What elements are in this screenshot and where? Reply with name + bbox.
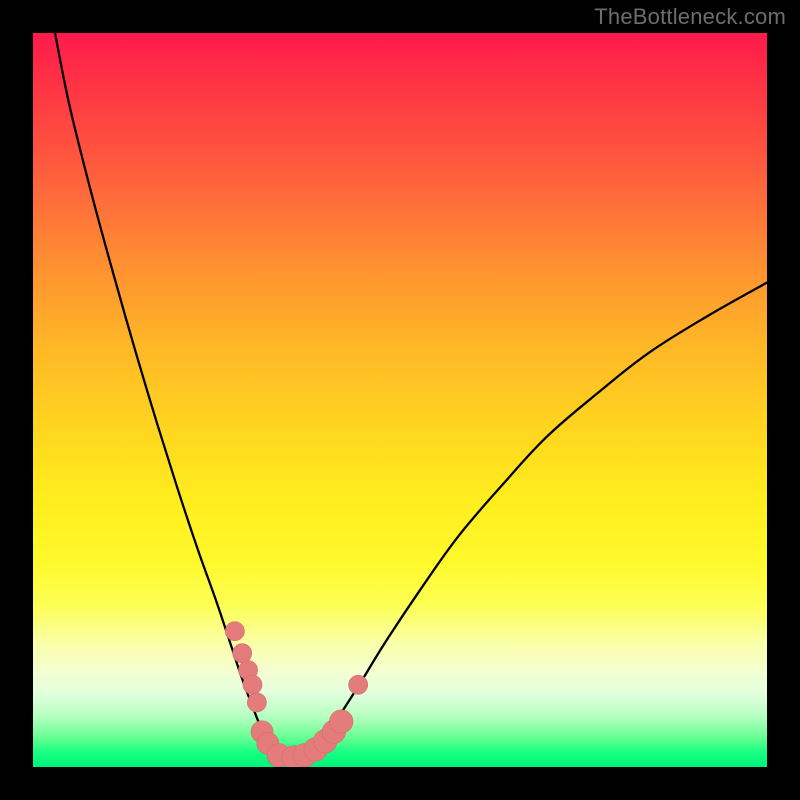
watermark-text: TheBottleneck.com — [594, 4, 786, 30]
data-marker — [330, 710, 353, 733]
data-marker — [225, 622, 244, 641]
chart-svg — [33, 33, 767, 767]
chart-frame: TheBottleneck.com — [0, 0, 800, 800]
curve-left — [55, 33, 290, 767]
curve-right — [290, 283, 767, 767]
plot-area — [33, 33, 767, 767]
data-marker — [247, 693, 266, 712]
data-marker — [349, 675, 368, 694]
data-marker — [233, 644, 252, 663]
data-marker — [243, 675, 262, 694]
